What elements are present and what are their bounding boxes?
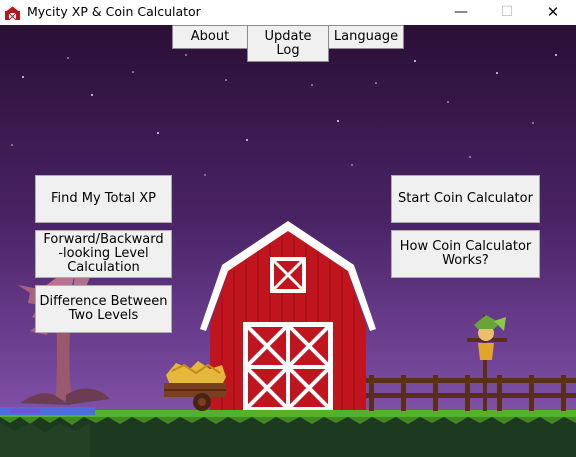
forward-backward-level-button[interactable]: Forward/Backward -looking Level Calculat… (35, 230, 172, 278)
barn-app-icon (5, 5, 20, 21)
update-log-button[interactable]: Update Log (247, 25, 329, 62)
forward-backward-label-line1: Forward/Backward (43, 232, 164, 247)
difference-levels-button[interactable]: Difference Between Two Levels (35, 285, 172, 333)
about-button[interactable]: About (172, 25, 248, 49)
close-button[interactable]: ✕ (530, 0, 576, 25)
how-coin-label-line2: Works? (442, 253, 489, 268)
find-total-xp-button[interactable]: Find My Total XP (35, 175, 172, 223)
forward-backward-label-line3: Calculation (67, 260, 140, 275)
update-log-label-line1: Update (264, 28, 312, 44)
start-coin-calculator-button[interactable]: Start Coin Calculator (391, 175, 540, 223)
about-label: About (190, 29, 230, 44)
minimize-button[interactable]: — (438, 0, 484, 25)
maximize-button[interactable]: ☐ (484, 0, 530, 25)
how-coin-label-line1: How Coin Calculator (399, 239, 532, 254)
app-window: Mycity XP & Coin Calculator — ☐ ✕ About … (0, 0, 576, 457)
language-label: Language (333, 29, 399, 44)
how-coin-calculator-works-button[interactable]: How Coin Calculator Works? (391, 230, 540, 278)
difference-label-line2: Two Levels (68, 308, 139, 323)
find-total-xp-label: Find My Total XP (50, 191, 157, 206)
update-log-label-line2: Log (276, 42, 300, 58)
language-button[interactable]: Language (328, 25, 404, 49)
window-title: Mycity XP & Coin Calculator (27, 4, 201, 19)
title-bar[interactable]: Mycity XP & Coin Calculator — ☐ ✕ (0, 0, 576, 25)
forward-backward-label-line2: -looking Level (58, 246, 149, 261)
difference-label-line1: Difference Between (39, 294, 168, 309)
start-coin-calculator-label: Start Coin Calculator (398, 191, 533, 206)
